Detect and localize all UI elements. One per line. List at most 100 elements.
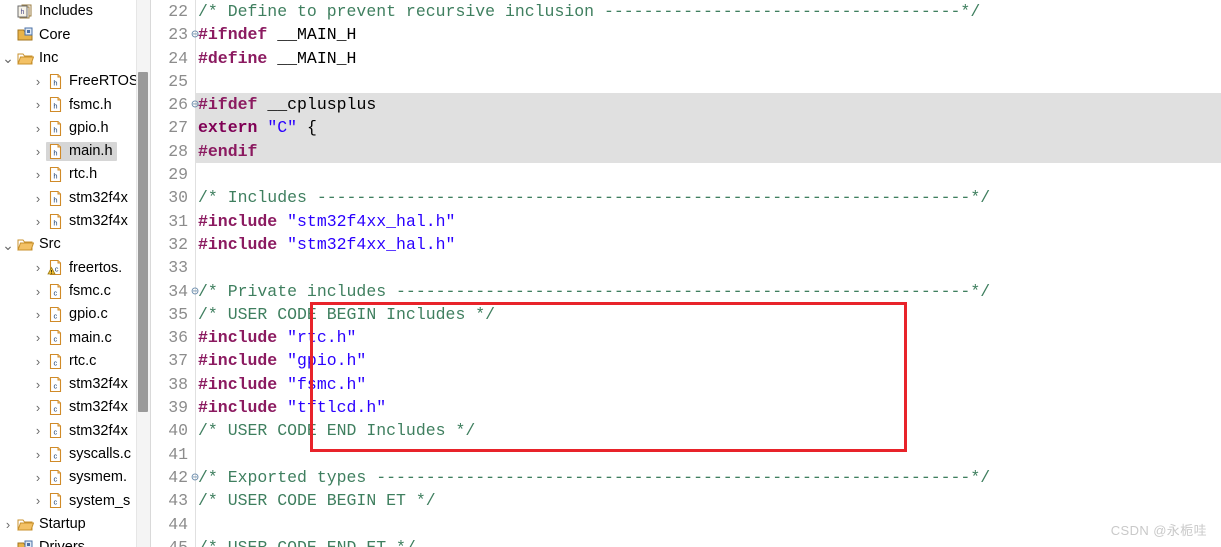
- tree-item-sysmem-[interactable]: › c sysmem.: [0, 466, 152, 489]
- code-line[interactable]: 31 #include "stm32f4xx_hal.h": [152, 210, 1221, 233]
- tree-item-content[interactable]: c stm32f4x: [46, 398, 132, 417]
- tree-item-content[interactable]: Core: [16, 25, 74, 44]
- code-line[interactable]: 24 #define __MAIN_H: [152, 47, 1221, 70]
- code-line[interactable]: 28 #endif: [152, 140, 1221, 163]
- tree-item-rtc-c[interactable]: › c rtc.c: [0, 349, 152, 372]
- chevron-right-icon[interactable]: ›: [30, 331, 46, 344]
- code-line[interactable]: 43 /* USER CODE BEGIN ET */: [152, 489, 1221, 512]
- code-line[interactable]: 37 #include "gpio.h": [152, 349, 1221, 372]
- tree-item-rtc-h[interactable]: › h rtc.h: [0, 163, 152, 186]
- tree-item-content[interactable]: h Includes: [16, 2, 97, 21]
- tree-item-content[interactable]: Inc: [16, 49, 62, 68]
- tree-item-fsmc-h[interactable]: › h fsmc.h: [0, 93, 152, 116]
- code-line[interactable]: 39 #include "tftlcd.h": [152, 396, 1221, 419]
- tree-item-gpio-h[interactable]: › h gpio.h: [0, 116, 152, 139]
- tree-item-content[interactable]: c main.c: [46, 328, 116, 347]
- tree-item-src[interactable]: ⌄ Src: [0, 233, 152, 256]
- code-line[interactable]: 26 ⊖ #ifdef __cplusplus: [152, 93, 1221, 116]
- tree-item-content[interactable]: h stm32f4x: [46, 212, 132, 231]
- chevron-right-icon[interactable]: ›: [30, 215, 46, 228]
- code-line[interactable]: 45 /* USER CODE END ET */: [152, 536, 1221, 547]
- code-line[interactable]: 32 #include "stm32f4xx_hal.h": [152, 233, 1221, 256]
- chevron-right-icon[interactable]: ›: [30, 378, 46, 391]
- tree-item-stm32f4x[interactable]: › c stm32f4x: [0, 373, 152, 396]
- tree-item-content[interactable]: c stm32f4x: [46, 421, 132, 440]
- chevron-right-icon[interactable]: ›: [30, 261, 46, 274]
- tree-item-content[interactable]: c rtc.c: [46, 352, 100, 371]
- tree-item-stm32f4x[interactable]: › h stm32f4x: [0, 186, 152, 209]
- code-line[interactable]: 34 ⊖/* Private includes -----------------…: [152, 280, 1221, 303]
- tree-item-content[interactable]: Drivers: [16, 538, 89, 547]
- tree-item-stm32f4x[interactable]: › c stm32f4x: [0, 419, 152, 442]
- chevron-right-icon[interactable]: ›: [30, 122, 46, 135]
- code-line[interactable]: 41: [152, 443, 1221, 466]
- tree-item-stm32f4x[interactable]: › c stm32f4x: [0, 396, 152, 419]
- tree-item-syscalls-c[interactable]: › c syscalls.c: [0, 443, 152, 466]
- tree-item-content[interactable]: c stm32f4x: [46, 375, 132, 394]
- tree-item-content[interactable]: c system_s: [46, 491, 134, 510]
- code-line[interactable]: 27 extern "C" {: [152, 116, 1221, 139]
- chevron-right-icon[interactable]: ›: [0, 518, 16, 531]
- code-line[interactable]: 22 /* Define to prevent recursive inclusi…: [152, 0, 1221, 23]
- chevron-right-icon[interactable]: ›: [30, 401, 46, 414]
- chevron-right-icon[interactable]: ›: [30, 75, 46, 88]
- tree-item-content[interactable]: c sysmem.: [46, 468, 131, 487]
- code-line[interactable]: 44: [152, 513, 1221, 536]
- code-line[interactable]: 42 ⊖/* Exported types -------------------…: [152, 466, 1221, 489]
- tree-item-content[interactable]: c gpio.c: [46, 305, 112, 324]
- tree-item-content[interactable]: Src: [16, 235, 65, 254]
- chevron-right-icon[interactable]: ›: [30, 471, 46, 484]
- project-tree[interactable]: h Includes Core ⌄ Inc › h FreeRTOS › h fsmc.h › h gp…: [0, 0, 152, 547]
- code-line[interactable]: 40 /* USER CODE END Includes */: [152, 419, 1221, 442]
- line-number: 27: [168, 118, 188, 138]
- tree-item-content[interactable]: h rtc.h: [46, 165, 101, 184]
- tree-item-content[interactable]: h stm32f4x: [46, 189, 132, 208]
- code-line[interactable]: 29: [152, 163, 1221, 186]
- tree-item-content[interactable]: c freertos.: [46, 258, 126, 277]
- code-line[interactable]: 38 #include "fsmc.h": [152, 373, 1221, 396]
- chevron-down-icon[interactable]: ⌄: [0, 51, 16, 65]
- chevron-right-icon[interactable]: ›: [30, 308, 46, 321]
- project-explorer-panel: h Includes Core ⌄ Inc › h FreeRTOS › h fsmc.h › h gp…: [0, 0, 152, 547]
- tree-item-stm32f4x[interactable]: › h stm32f4x: [0, 210, 152, 233]
- tree-item-content[interactable]: h FreeRTOS: [46, 72, 143, 91]
- chevron-right-icon[interactable]: ›: [30, 192, 46, 205]
- code-lines[interactable]: 22 /* Define to prevent recursive inclusi…: [152, 0, 1221, 547]
- code-editor-panel[interactable]: 22 /* Define to prevent recursive inclusi…: [152, 0, 1221, 547]
- chevron-right-icon[interactable]: ›: [30, 355, 46, 368]
- tree-item-fsmc-c[interactable]: › c fsmc.c: [0, 280, 152, 303]
- code-line[interactable]: 25: [152, 70, 1221, 93]
- tree-item-content[interactable]: h fsmc.h: [46, 95, 116, 114]
- chevron-right-icon[interactable]: ›: [30, 168, 46, 181]
- tree-item-gpio-c[interactable]: › c gpio.c: [0, 303, 152, 326]
- tree-item-drivers[interactable]: Drivers: [0, 536, 152, 547]
- tree-item-content[interactable]: Startup: [16, 515, 90, 534]
- chevron-right-icon[interactable]: ›: [30, 145, 46, 158]
- chevron-right-icon[interactable]: ›: [30, 98, 46, 111]
- tree-item-main-c[interactable]: › c main.c: [0, 326, 152, 349]
- chevron-down-icon[interactable]: ⌄: [0, 238, 16, 252]
- tree-item-startup[interactable]: › Startup: [0, 513, 152, 536]
- tree-item-inc[interactable]: ⌄ Inc: [0, 47, 152, 70]
- tree-item-system-s[interactable]: › c system_s: [0, 489, 152, 512]
- code-line[interactable]: 33: [152, 256, 1221, 279]
- chevron-right-icon[interactable]: ›: [30, 424, 46, 437]
- tree-item-includes[interactable]: h Includes: [0, 0, 152, 23]
- chevron-right-icon[interactable]: ›: [30, 448, 46, 461]
- tree-item-content[interactable]: h main.h: [46, 141, 117, 161]
- tree-item-core[interactable]: Core: [0, 23, 152, 46]
- tree-item-freertos[interactable]: › h FreeRTOS: [0, 70, 152, 93]
- tree-item-freertos-[interactable]: › c freertos.: [0, 256, 152, 279]
- code-line[interactable]: 35 /* USER CODE BEGIN Includes */: [152, 303, 1221, 326]
- tree-item-content[interactable]: c fsmc.c: [46, 282, 115, 301]
- chevron-right-icon[interactable]: ›: [30, 494, 46, 507]
- code-line[interactable]: 23 ⊖ #ifndef __MAIN_H: [152, 23, 1221, 46]
- tree-item-main-h[interactable]: › h main.h: [0, 140, 152, 163]
- chevron-right-icon[interactable]: ›: [30, 285, 46, 298]
- code-line[interactable]: 36 #include "rtc.h": [152, 326, 1221, 349]
- tree-item-content[interactable]: h gpio.h: [46, 119, 113, 138]
- explorer-scrollbar-thumb[interactable]: [138, 72, 148, 412]
- tree-item-content[interactable]: c syscalls.c: [46, 445, 135, 464]
- code-line[interactable]: 30 /* Includes --------------------------…: [152, 186, 1221, 209]
